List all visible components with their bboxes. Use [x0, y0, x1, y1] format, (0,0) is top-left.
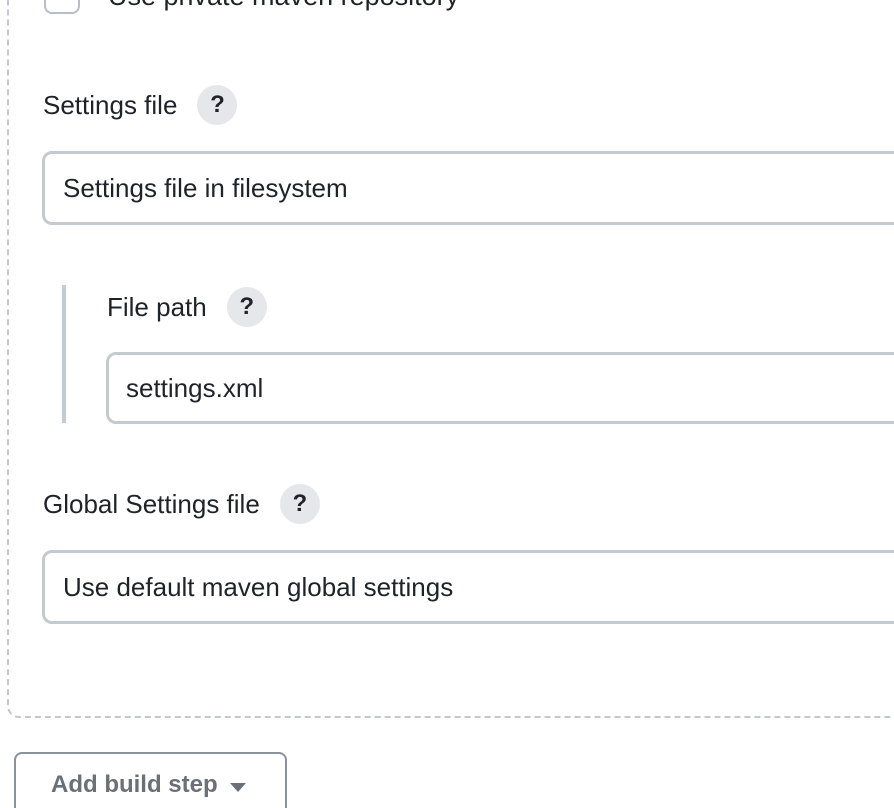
settings-file-label: Settings file — [43, 89, 178, 120]
settings-file-label-row: Settings file ? — [43, 84, 238, 126]
private-repo-row: Use private maven repository — [44, 0, 459, 14]
page: Use private maven repository Settings fi… — [0, 0, 894, 808]
settings-file-help-icon[interactable]: ? — [197, 85, 238, 125]
private-repo-label[interactable]: Use private maven repository — [108, 0, 459, 12]
caret-down-icon — [229, 783, 246, 792]
private-repo-checkbox[interactable] — [44, 0, 80, 14]
file-path-input[interactable]: settings.xml — [106, 352, 894, 424]
settings-file-select[interactable]: Settings file in filesystem — [42, 151, 894, 225]
file-path-label-row: File path ? — [107, 286, 267, 328]
global-settings-file-label: Global Settings file — [43, 488, 260, 519]
global-settings-file-select[interactable]: Use default maven global settings — [42, 550, 894, 624]
nested-section-bar — [62, 285, 66, 423]
file-path-label: File path — [107, 291, 207, 322]
file-path-help-icon[interactable]: ? — [226, 287, 267, 327]
add-build-step-button[interactable]: Add build step — [14, 752, 287, 808]
add-build-step-label: Add build step — [51, 771, 218, 798]
global-settings-file-label-row: Global Settings file ? — [43, 483, 320, 525]
global-settings-file-help-icon[interactable]: ? — [279, 484, 320, 524]
